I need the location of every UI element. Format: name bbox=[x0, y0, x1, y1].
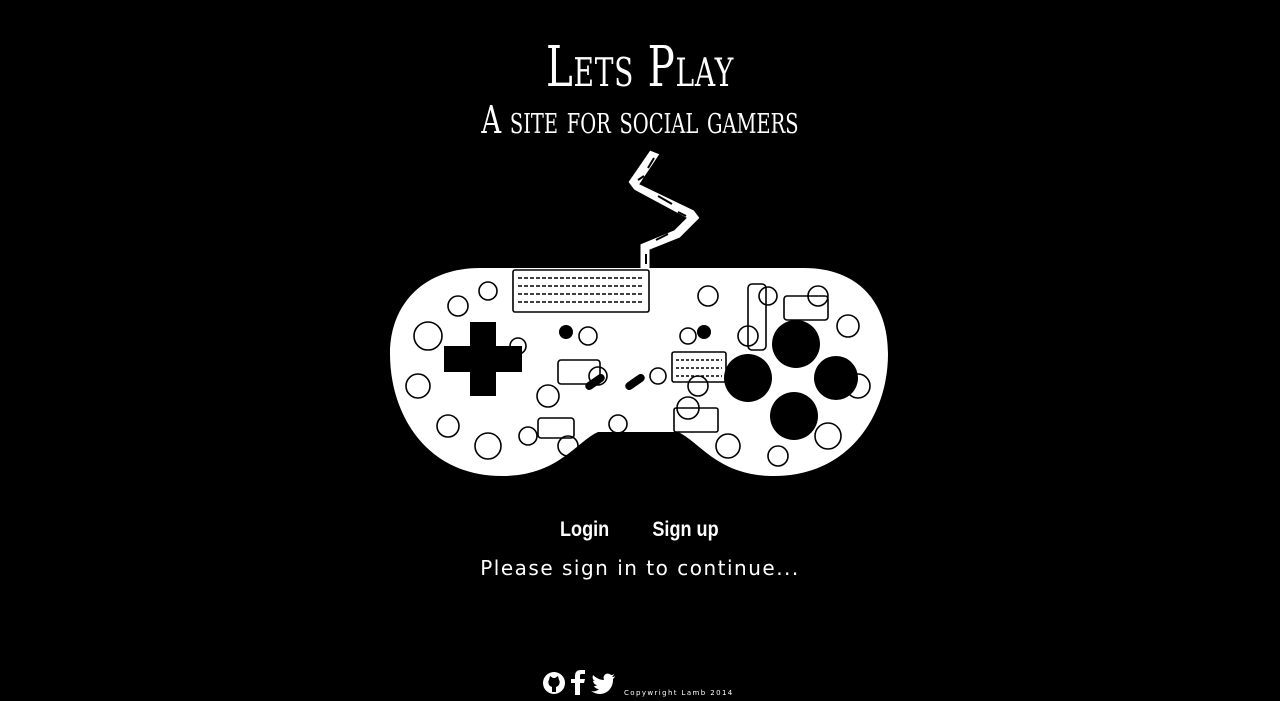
github-icon[interactable] bbox=[542, 671, 566, 700]
signin-prompt: Please sign in to continue... bbox=[480, 556, 800, 580]
auth-nav: Login Sign up bbox=[0, 518, 1280, 542]
login-link[interactable]: Login bbox=[560, 518, 609, 542]
site-subtitle: A site for social gamers bbox=[481, 98, 799, 142]
controller-collage-image bbox=[390, 149, 888, 476]
twitter-icon[interactable] bbox=[590, 673, 616, 700]
signup-link[interactable]: Sign up bbox=[652, 518, 718, 542]
footer: Copywright Lamb 2014 bbox=[542, 669, 734, 700]
copyright-text: Copywright Lamb 2014 bbox=[624, 689, 734, 697]
site-title: Lets Play bbox=[545, 35, 734, 100]
facebook-icon[interactable] bbox=[570, 669, 586, 700]
controller-cable bbox=[627, 149, 701, 271]
landing-page: Lets Play A site for social gamers Login… bbox=[0, 0, 1280, 701]
